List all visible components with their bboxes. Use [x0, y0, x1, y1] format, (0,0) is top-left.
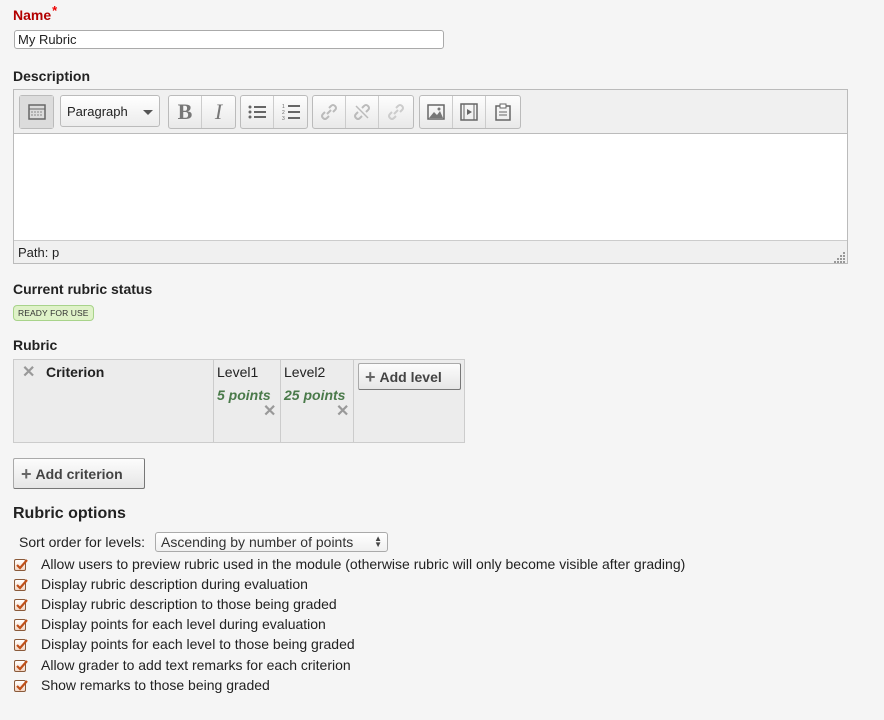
option-row[interactable]: Show remarks to those being graded [14, 677, 270, 694]
option-label: Display points for each level during eva… [41, 616, 326, 632]
format-select[interactable]: Paragraph [60, 95, 160, 127]
rubric-options-title: Rubric options [13, 505, 126, 522]
sort-order-label: Sort order for levels: [19, 534, 146, 550]
option-checkbox[interactable] [14, 559, 28, 571]
name-label-text: Name [13, 7, 52, 23]
option-label: Display rubric description during evalua… [41, 576, 308, 592]
plus-icon: + [365, 366, 376, 387]
option-row[interactable]: Display rubric description to those bein… [14, 596, 337, 613]
toolbar-toggle-group [19, 95, 54, 129]
checkmark-icon [16, 680, 28, 691]
unlink-icon[interactable] [346, 96, 379, 128]
checkmark-icon [16, 599, 28, 610]
option-row[interactable]: Display points for each level to those b… [14, 636, 355, 653]
checkmark-icon [16, 619, 28, 630]
option-row[interactable]: Allow grader to add text remarks for eac… [14, 657, 351, 674]
numbered-list-icon[interactable]: 123 [274, 96, 307, 128]
insert-group [419, 95, 521, 129]
select-arrows-icon: ▲ ▼ [374, 534, 382, 549]
italic-icon[interactable]: I [202, 96, 235, 128]
criterion-label: Criterion [46, 364, 105, 380]
media-icon[interactable] [453, 96, 486, 128]
checkmark-icon [16, 579, 28, 590]
level-points: 5 points [217, 387, 271, 403]
status-label: Current rubric status [13, 281, 153, 297]
chevron-down-icon [143, 110, 153, 115]
status-badge: READY FOR USE [13, 305, 94, 321]
option-row[interactable]: Display points for each level during eva… [14, 616, 326, 633]
checkmark-icon [16, 639, 28, 650]
add-level-button[interactable]: + Add level [358, 363, 461, 390]
rubric-table: ✕ Criterion Level1 5 points ✕ Level2 25 … [13, 359, 465, 443]
description-textarea[interactable] [14, 134, 847, 241]
name-field[interactable] [14, 30, 444, 49]
image-icon[interactable] [420, 96, 453, 128]
bullet-list-icon[interactable] [241, 96, 274, 128]
option-row[interactable]: Display rubric description during evalua… [14, 576, 308, 593]
add-level-label: Add level [379, 368, 442, 385]
option-label: Allow users to preview rubric used in th… [41, 556, 686, 572]
description-editor: Paragraph B I 123 Path: p [13, 89, 848, 264]
option-checkbox[interactable] [14, 660, 28, 672]
delete-level-icon[interactable]: ✕ [336, 404, 349, 420]
resize-grip-icon[interactable] [834, 250, 846, 263]
plus-icon: + [21, 463, 32, 484]
checkmark-icon [16, 660, 28, 671]
sort-order-value: Ascending by number of points [161, 534, 354, 550]
option-label: Show remarks to those being graded [41, 677, 270, 693]
option-checkbox[interactable] [14, 599, 28, 611]
criterion-cell: ✕ Criterion [14, 360, 214, 442]
description-label: Description [13, 68, 91, 84]
svg-text:3: 3 [282, 116, 285, 121]
delete-level-icon[interactable]: ✕ [263, 404, 276, 420]
option-checkbox[interactable] [14, 579, 28, 591]
rubric-label: Rubric [13, 337, 58, 353]
option-label: Allow grader to add text remarks for eac… [41, 657, 351, 673]
paste-text-icon[interactable] [486, 96, 519, 128]
option-checkbox[interactable] [14, 680, 28, 692]
level-points: 25 points [284, 387, 346, 403]
option-label: Display points for each level to those b… [41, 636, 355, 652]
level-cell[interactable]: Level1 5 points ✕ [214, 360, 281, 442]
option-checkbox[interactable] [14, 619, 28, 631]
text-style-group: B I [168, 95, 236, 129]
editor-path: Path: p [18, 245, 60, 260]
level-cell[interactable]: Level2 25 points ✕ [281, 360, 354, 442]
anchor-icon[interactable] [379, 96, 412, 128]
name-label: Name* [13, 3, 57, 23]
link-group [312, 95, 414, 129]
required-marker: * [52, 3, 58, 18]
editor-toolbar: Paragraph B I 123 [14, 90, 847, 134]
sort-order-select[interactable]: Ascending by number of points ▲ ▼ [155, 532, 388, 552]
link-icon[interactable] [313, 96, 346, 128]
bold-icon[interactable]: B [169, 96, 202, 128]
option-label: Display rubric description to those bein… [41, 596, 337, 612]
level-title: Level1 [217, 364, 259, 380]
option-row[interactable]: Allow users to preview rubric used in th… [14, 556, 685, 573]
checkmark-icon [16, 559, 28, 570]
delete-criterion-icon[interactable]: ✕ [22, 365, 35, 381]
toggle-toolbar-icon[interactable] [20, 96, 53, 128]
format-select-value: Paragraph [67, 104, 128, 119]
add-criterion-button[interactable]: + Add criterion [13, 458, 145, 489]
add-criterion-label: Add criterion [35, 465, 123, 482]
option-checkbox[interactable] [14, 639, 28, 651]
level-title: Level2 [284, 364, 326, 380]
list-group: 123 [240, 95, 308, 129]
